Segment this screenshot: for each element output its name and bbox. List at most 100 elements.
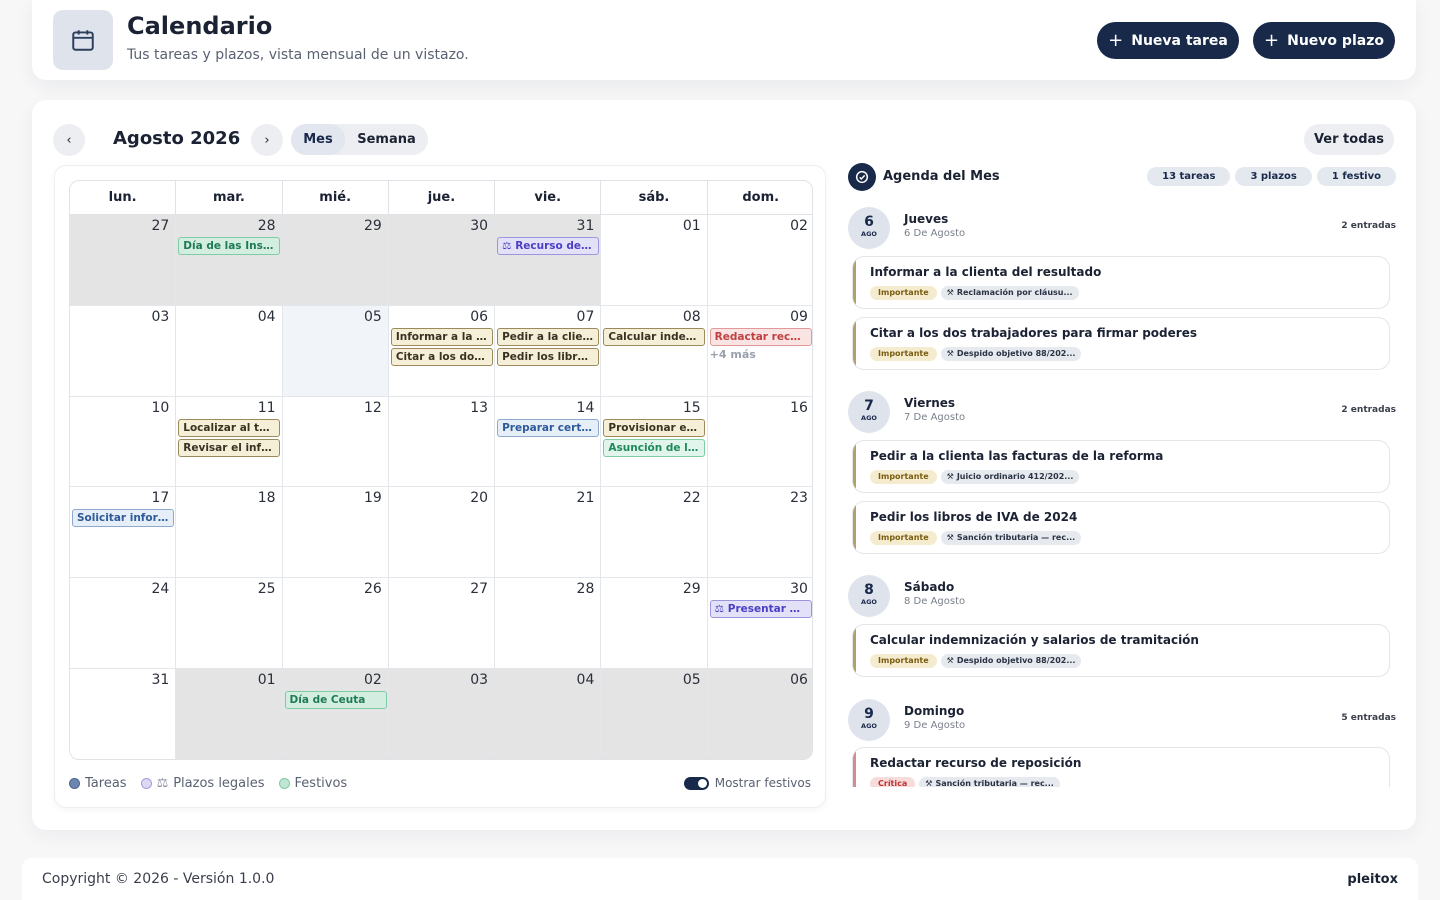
day-cell[interactable]: 08 Calcular indemn... bbox=[601, 305, 708, 397]
task-chip[interactable]: Localizar al testi... bbox=[178, 418, 281, 437]
day-cell[interactable]: 01 bbox=[176, 669, 283, 759]
day-cell[interactable]: 27 bbox=[388, 578, 496, 669]
day-cell[interactable]: 14 Preparar certific... bbox=[495, 396, 602, 488]
day-cell[interactable]: 27 bbox=[70, 215, 177, 306]
task-chip[interactable]: Citar a los dos tr... bbox=[390, 347, 493, 366]
day-cell[interactable]: 23 bbox=[707, 487, 812, 579]
next-month-button[interactable]: › bbox=[251, 124, 283, 156]
view-month-tab[interactable]: Mes bbox=[291, 124, 345, 155]
agenda-event[interactable]: Redactar recurso de reposición Crítica ⚒ S… bbox=[852, 747, 1390, 787]
new-task-button[interactable]: + Nueva tarea bbox=[1097, 22, 1239, 59]
weekday-label: jue. bbox=[388, 181, 496, 215]
task-chip[interactable]: Pedir a la clienta... bbox=[497, 327, 600, 346]
task-chip[interactable]: Pedir los libros d... bbox=[497, 347, 600, 366]
day-cell[interactable]: 24 bbox=[70, 578, 177, 669]
task-chip-low[interactable]: Preparar certific... bbox=[497, 418, 600, 437]
day-cell[interactable]: 16 bbox=[707, 396, 812, 488]
event-title: Pedir a la clienta las facturas de la re… bbox=[870, 449, 1164, 463]
month-calendar: lun. mar. mié. jue. vie. sáb. dom. 27 28… bbox=[54, 165, 826, 808]
day-cell[interactable]: 19 bbox=[282, 487, 389, 579]
priority-badge: Importante bbox=[870, 531, 937, 545]
day-cell[interactable]: 28 Día de las Institu... bbox=[176, 215, 283, 306]
agenda-event[interactable]: Pedir a la clienta las facturas de la re… bbox=[852, 440, 1390, 493]
day-cell[interactable]: 06 bbox=[707, 669, 812, 759]
scale-icon: ⚖ bbox=[502, 240, 516, 252]
day-cell[interactable]: 31 bbox=[70, 669, 177, 759]
day-number: 04 bbox=[257, 308, 276, 325]
day-number: 29 bbox=[363, 218, 382, 234]
task-chip[interactable]: Provisionar el pa... bbox=[603, 418, 706, 437]
day-cell[interactable]: 21 bbox=[495, 487, 602, 579]
task-chip-low[interactable]: Solicitar informe ... bbox=[72, 509, 174, 528]
day-cell[interactable]: 04 bbox=[495, 669, 602, 759]
day-cell[interactable]: 15 Provisionar el pa... Asunción de la V… bbox=[601, 396, 708, 488]
day-cell[interactable]: 30 ⚖ Presentar el p... bbox=[707, 578, 812, 669]
event-title: Pedir los libros de IVA de 2024 bbox=[870, 510, 1078, 524]
day-cell[interactable]: 22 bbox=[601, 487, 708, 579]
day-badge: 9 AGO bbox=[848, 699, 890, 741]
day-number: 25 bbox=[257, 581, 276, 598]
day-cell[interactable]: 30 bbox=[388, 215, 496, 306]
agenda-event[interactable]: Citar a los dos trabajadores para firmar… bbox=[852, 317, 1390, 370]
day-cell[interactable]: 02 bbox=[707, 215, 812, 306]
agenda-day-header: 7 AGO Viernes 7 De Agosto 2 entradas bbox=[848, 391, 1396, 435]
show-holidays-control: Mostrar festivos bbox=[683, 776, 811, 790]
day-cell[interactable]: 25 bbox=[176, 578, 283, 669]
case-badge: ⚒ Sanción tributaria — rec... bbox=[919, 777, 1060, 787]
day-cell[interactable]: 10 bbox=[70, 396, 177, 488]
agenda-event[interactable]: Calcular indemnización y salarios de tra… bbox=[852, 624, 1390, 677]
task-chip-critical[interactable]: Redactar recurs... bbox=[709, 327, 812, 346]
calendar-legend: Tareas ⚖ Plazos legales Festivos bbox=[69, 776, 347, 791]
day-badge: 8 AGO bbox=[848, 575, 890, 617]
day-cell[interactable]: 09 Redactar recurs... +4 más bbox=[707, 305, 812, 397]
scale-icon: ⚖ bbox=[714, 603, 728, 616]
day-cell[interactable]: 06 Informar a la clie... Citar a los dos… bbox=[388, 305, 496, 397]
plus-icon: + bbox=[1108, 30, 1124, 51]
day-cell[interactable]: 05 bbox=[601, 669, 708, 759]
holiday-chip[interactable]: Asunción de la V... bbox=[603, 438, 706, 457]
agenda-event[interactable]: Informar a la clienta del resultado Impo… bbox=[852, 256, 1390, 309]
deadline-chip[interactable]: ⚖ Recurso de a... bbox=[497, 237, 600, 255]
day-cell[interactable]: 28 bbox=[495, 578, 602, 669]
day-cell[interactable]: 03 bbox=[70, 305, 177, 397]
day-cell[interactable]: 11 Localizar al testi... Revisar el info… bbox=[176, 396, 283, 488]
more-events-link[interactable]: +4 más bbox=[710, 348, 756, 361]
day-cell[interactable]: 12 bbox=[282, 396, 389, 488]
brand-link[interactable]: pleitox bbox=[1347, 872, 1398, 887]
day-cell[interactable]: 17 Solicitar informe ... bbox=[70, 487, 177, 579]
case-badge: ⚒ Sanción tributaria — rec... bbox=[940, 531, 1082, 545]
holiday-chip[interactable]: Día de Ceuta bbox=[284, 691, 387, 709]
day-cell[interactable]: 20 bbox=[388, 487, 496, 579]
day-cell[interactable]: 31 ⚖ Recurso de a... bbox=[495, 215, 602, 306]
case-badge: ⚒ Juicio ordinario 412/202... bbox=[940, 470, 1080, 484]
day-cell[interactable]: 13 bbox=[388, 396, 496, 488]
view-week-tab[interactable]: Semana bbox=[345, 124, 428, 155]
calendar-icon bbox=[53, 10, 113, 70]
day-cell[interactable]: 04 bbox=[176, 305, 283, 397]
priority-badge: Importante bbox=[870, 347, 937, 361]
deadline-chip[interactable]: ⚖ Presentar el p... bbox=[709, 600, 812, 619]
day-number: 05 bbox=[363, 308, 382, 325]
new-deadline-button[interactable]: + Nuevo plazo bbox=[1253, 22, 1395, 59]
show-holidays-toggle[interactable] bbox=[683, 776, 709, 790]
task-chip[interactable]: Calcular indemn... bbox=[603, 327, 706, 346]
day-cell[interactable]: 29 bbox=[282, 215, 389, 306]
day-cell[interactable]: 01 bbox=[601, 215, 708, 306]
day-cell[interactable]: 26 bbox=[282, 578, 389, 669]
task-chip[interactable]: Revisar el inform... bbox=[178, 438, 281, 457]
see-all-button[interactable]: Ver todas bbox=[1304, 124, 1394, 155]
holiday-chip[interactable]: Día de las Institu... bbox=[178, 237, 281, 255]
agenda-event[interactable]: Pedir los libros de IVA de 2024 Importan… bbox=[852, 501, 1390, 554]
day-cell[interactable]: 29 bbox=[601, 578, 708, 669]
prev-month-button[interactable]: ‹ bbox=[53, 124, 85, 156]
scale-icon: ⚖ bbox=[156, 776, 169, 791]
day-cell[interactable]: 18 bbox=[176, 487, 283, 579]
day-cell[interactable]: 03 bbox=[388, 669, 496, 759]
weekday-label: mié. bbox=[282, 181, 389, 215]
day-cell-today[interactable]: 05 bbox=[282, 305, 389, 397]
event-title: Informar a la clienta del resultado bbox=[870, 265, 1102, 279]
day-cell[interactable]: 02 Día de Ceuta bbox=[282, 669, 389, 759]
task-chip[interactable]: Informar a la clie... bbox=[390, 327, 493, 346]
day-cell[interactable]: 07 Pedir a la clienta... Pedir los libro… bbox=[495, 305, 602, 397]
day-number: 29 bbox=[682, 581, 701, 598]
